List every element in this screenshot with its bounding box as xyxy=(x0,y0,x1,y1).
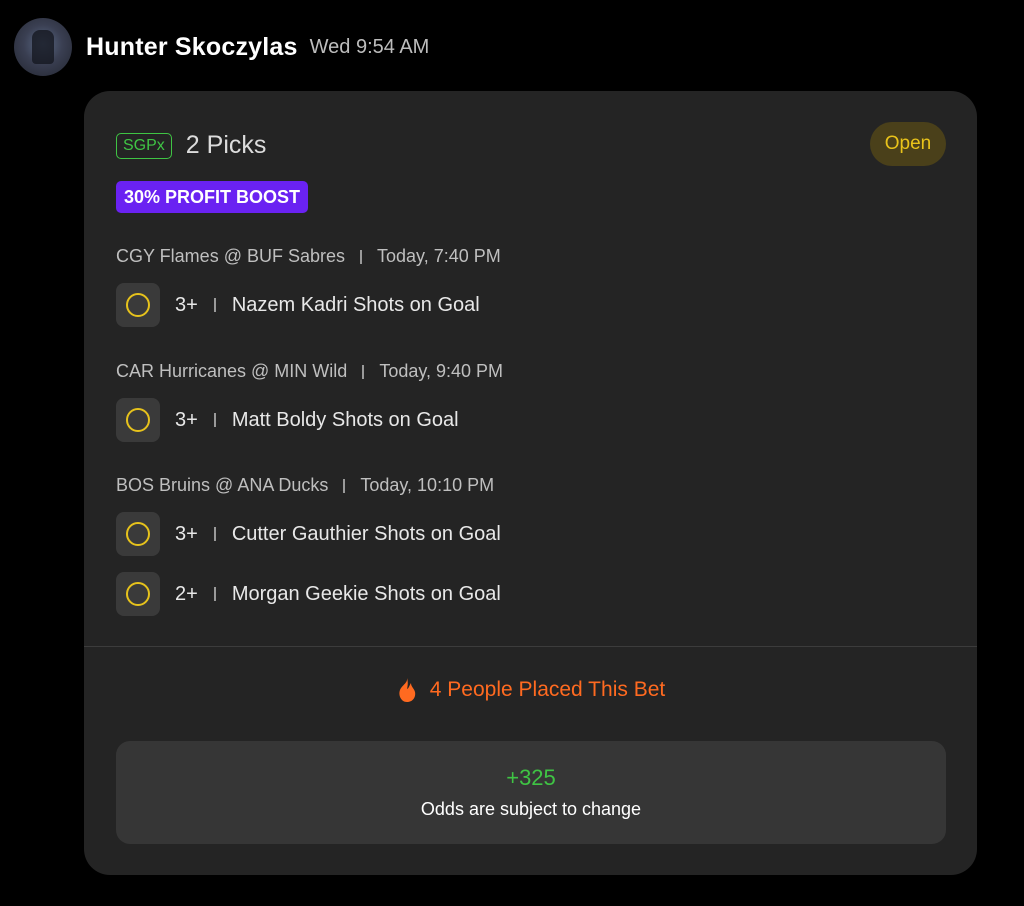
social-proof-text: 4 People Placed This Bet xyxy=(429,678,666,701)
username[interactable]: Hunter Skoczylas xyxy=(86,33,298,62)
game-header: CGY Flames @ BUF Sabres Today, 7:40 PM xyxy=(116,246,501,267)
pending-circle-icon xyxy=(126,293,150,317)
pick-status-indicator xyxy=(116,512,160,556)
pick-line: 3+ xyxy=(175,522,198,545)
pick-status-indicator xyxy=(116,283,160,327)
pick-status-indicator xyxy=(116,398,160,442)
pick-market: Morgan Geekie Shots on Goal xyxy=(231,582,501,605)
pending-circle-icon xyxy=(126,408,150,432)
avatar[interactable] xyxy=(14,18,72,76)
message-header: Hunter Skoczylas Wed 9:54 AM xyxy=(14,18,429,76)
pick-market: Nazem Kadri Shots on Goal xyxy=(231,293,480,316)
picks-count: 2 Picks xyxy=(185,131,267,159)
odds-panel[interactable]: +325 Odds are subject to change xyxy=(116,741,946,844)
game-matchup: CGY Flames @ BUF Sabres xyxy=(116,246,345,266)
separator xyxy=(213,413,216,427)
game-header: BOS Bruins @ ANA Ducks Today, 10:10 PM xyxy=(116,475,494,496)
separator xyxy=(343,478,346,493)
pending-circle-icon xyxy=(126,522,150,546)
timestamp: Wed 9:54 AM xyxy=(309,35,430,58)
game-time: Today, 10:10 PM xyxy=(360,475,495,495)
separator xyxy=(213,587,216,601)
game-header: CAR Hurricanes @ MIN Wild Today, 9:40 PM xyxy=(116,361,503,382)
pick-line: 3+ xyxy=(175,408,198,431)
pick-row[interactable]: 3+ Matt Boldy Shots on Goal xyxy=(116,398,459,442)
pending-circle-icon xyxy=(126,582,150,606)
profit-boost-badge: 30% PROFIT BOOST xyxy=(116,181,309,213)
pick-market: Cutter Gauthier Shots on Goal xyxy=(231,522,501,545)
game-time: Today, 7:40 PM xyxy=(377,246,501,266)
pick-line: 2+ xyxy=(175,582,198,605)
game-matchup: CAR Hurricanes @ MIN Wild xyxy=(116,361,348,381)
separator xyxy=(360,249,362,264)
separator xyxy=(213,527,216,541)
pick-row[interactable]: 2+ Morgan Geekie Shots on Goal xyxy=(116,572,501,616)
pick-status-indicator xyxy=(116,572,160,616)
divider xyxy=(84,646,977,647)
odds-disclaimer: Odds are subject to change xyxy=(420,799,642,819)
bet-type-badge: SGPx xyxy=(116,132,172,159)
pick-row[interactable]: 3+ Nazem Kadri Shots on Goal xyxy=(116,283,480,327)
pick-line: 3+ xyxy=(175,293,198,316)
bet-card[interactable]: SGPx 2 Picks Open 30% PROFIT BOOST CGY F… xyxy=(84,91,977,875)
separator xyxy=(362,364,365,379)
game-matchup: BOS Bruins @ ANA Ducks xyxy=(116,475,329,495)
pick-row[interactable]: 3+ Cutter Gauthier Shots on Goal xyxy=(116,512,501,556)
pick-market: Matt Boldy Shots on Goal xyxy=(231,408,459,431)
bet-card-header: SGPx 2 Picks xyxy=(116,131,266,160)
fire-icon xyxy=(399,678,415,702)
game-time: Today, 9:40 PM xyxy=(379,361,504,381)
separator xyxy=(213,298,216,312)
social-proof: 4 People Placed This Bet xyxy=(84,677,977,703)
status-badge: Open xyxy=(870,122,946,166)
odds-value: +325 xyxy=(506,765,556,790)
